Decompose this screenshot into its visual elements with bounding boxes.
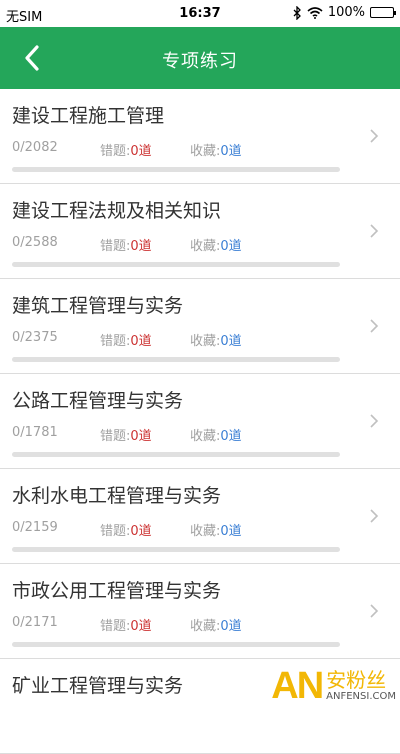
chevron-right-icon	[370, 414, 379, 428]
chevron-right-icon	[370, 224, 379, 238]
watermark-en: ANFENSI.COM	[326, 691, 396, 702]
favorite-label: 收藏:	[190, 239, 221, 254]
wrong-count: 错题:0道	[100, 330, 152, 349]
wrong-label: 错题:	[100, 334, 131, 349]
list-item[interactable]: 公路工程管理与实务 0/1781 错题:0道 收藏:0道	[0, 374, 400, 469]
favorite-value: 0道	[220, 429, 242, 444]
list-item[interactable]: 建筑工程管理与实务 0/2375 错题:0道 收藏:0道	[0, 279, 400, 374]
favorite-count: 收藏:0道	[190, 140, 242, 159]
favorite-count: 收藏:0道	[190, 235, 242, 254]
wrong-label: 错题:	[100, 239, 131, 254]
chevron-right-icon	[370, 319, 379, 333]
wrong-label: 错题:	[100, 144, 131, 159]
progress-bar	[12, 357, 340, 362]
list-item[interactable]: 市政公用工程管理与实务 0/2171 错题:0道 收藏:0道	[0, 564, 400, 659]
list-item[interactable]: 建设工程施工管理 0/2082 错题:0道 收藏:0道	[0, 89, 400, 184]
wrong-value: 0道	[130, 334, 152, 349]
progress-bar	[12, 167, 340, 172]
favorite-value: 0道	[220, 334, 242, 349]
item-title: 建设工程施工管理	[12, 105, 165, 127]
status-icons: 100%	[293, 5, 396, 20]
status-bar: 无SIM 16:37 100%	[0, 0, 400, 27]
item-title: 水利水电工程管理与实务	[12, 485, 222, 507]
item-title: 市政公用工程管理与实务	[12, 580, 222, 602]
progress-count: 0/2375	[12, 330, 58, 345]
wrong-value: 0道	[130, 619, 152, 634]
watermark: AN 安粉丝 ANFENSI.COM	[271, 667, 396, 705]
favorite-label: 收藏:	[190, 524, 221, 539]
item-title: 公路工程管理与实务	[12, 390, 184, 412]
favorite-label: 收藏:	[190, 334, 221, 349]
wrong-count: 错题:0道	[100, 140, 152, 159]
item-title: 矿业工程管理与实务	[12, 675, 184, 697]
nav-bar: 专项练习	[0, 27, 400, 89]
progress-count: 0/2588	[12, 235, 58, 250]
progress-count: 0/2159	[12, 520, 58, 535]
bluetooth-icon	[293, 5, 301, 20]
battery-icon	[370, 7, 396, 18]
item-title: 建筑工程管理与实务	[12, 295, 184, 317]
progress-count: 0/1781	[12, 425, 58, 440]
list-item[interactable]: 水利水电工程管理与实务 0/2159 错题:0道 收藏:0道	[0, 469, 400, 564]
list-item[interactable]: 建设工程法规及相关知识 0/2588 错题:0道 收藏:0道	[0, 184, 400, 279]
favorite-value: 0道	[220, 619, 242, 634]
progress-bar	[12, 547, 340, 552]
wrong-label: 错题:	[100, 619, 131, 634]
item-title: 建设工程法规及相关知识	[12, 200, 222, 222]
progress-count: 0/2171	[12, 615, 58, 630]
subject-list: 建设工程施工管理 0/2082 错题:0道 收藏:0道 建设工程法规及相关知识 …	[0, 89, 400, 754]
wrong-count: 错题:0道	[100, 520, 152, 539]
favorite-count: 收藏:0道	[190, 615, 242, 634]
chevron-right-icon	[370, 604, 379, 618]
favorite-count: 收藏:0道	[190, 330, 242, 349]
wrong-value: 0道	[130, 239, 152, 254]
watermark-cn: 安粉丝	[326, 668, 387, 692]
favorite-label: 收藏:	[190, 619, 221, 634]
favorite-value: 0道	[220, 239, 242, 254]
page-title: 专项练习	[162, 51, 238, 72]
favorite-label: 收藏:	[190, 429, 221, 444]
progress-bar	[12, 452, 340, 457]
chevron-right-icon	[370, 509, 379, 523]
progress-count: 0/2082	[12, 140, 58, 155]
favorite-label: 收藏:	[190, 144, 221, 159]
wrong-count: 错题:0道	[100, 235, 152, 254]
favorite-count: 收藏:0道	[190, 425, 242, 444]
progress-bar	[12, 642, 340, 647]
progress-bar	[12, 262, 340, 267]
chevron-right-icon	[370, 129, 379, 143]
wifi-icon	[307, 6, 323, 19]
wrong-label: 错题:	[100, 524, 131, 539]
wrong-value: 0道	[130, 429, 152, 444]
wrong-count: 错题:0道	[100, 615, 152, 634]
wrong-value: 0道	[130, 144, 152, 159]
favorite-value: 0道	[220, 144, 242, 159]
wrong-label: 错题:	[100, 429, 131, 444]
wrong-count: 错题:0道	[100, 425, 152, 444]
favorite-value: 0道	[220, 524, 242, 539]
wrong-value: 0道	[130, 524, 152, 539]
favorite-count: 收藏:0道	[190, 520, 242, 539]
watermark-logo: AN	[271, 665, 324, 707]
battery-percent: 100%	[327, 5, 365, 20]
